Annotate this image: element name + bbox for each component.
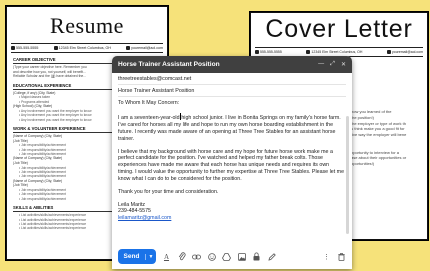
scrollbar[interactable] xyxy=(346,116,349,234)
compose-title-bar: Horse Trainer Assistant Position — ⤢ ✕ xyxy=(112,56,352,73)
home-icon xyxy=(53,46,58,50)
to-field-value: threetreestables@comcast.net xyxy=(118,75,192,82)
signature-email-link[interactable]: leilamaritz@gmail.com xyxy=(118,215,346,222)
lock-icon[interactable] xyxy=(252,252,261,261)
compose-window: Horse Trainer Assistant Position — ⤢ ✕ t… xyxy=(112,56,352,269)
format-text-icon[interactable]: A xyxy=(162,252,171,261)
cover-email: youremail@aol.com xyxy=(392,50,423,54)
resume-title: Resume xyxy=(50,13,124,38)
send-options-icon[interactable]: ▼ xyxy=(145,253,156,260)
close-icon[interactable]: ✕ xyxy=(341,61,346,68)
expand-icon[interactable]: ⤢ xyxy=(330,61,335,68)
attach-icon[interactable] xyxy=(177,252,186,261)
home-icon xyxy=(306,50,311,54)
photo-icon[interactable] xyxy=(237,252,246,261)
pen-icon[interactable] xyxy=(267,252,276,261)
compose-toolbar: Send ▼ A ⋮ xyxy=(112,244,352,269)
cover-phone: 555-555-5555 xyxy=(260,50,282,54)
cover-letter-title: Cover Letter xyxy=(265,15,413,43)
subject-field[interactable]: Horse Trainer Assistant Position xyxy=(118,85,346,97)
resume-phone: 555-555-5555 xyxy=(16,46,39,50)
drive-icon[interactable] xyxy=(222,252,231,261)
send-label: Send xyxy=(123,253,140,260)
subject-field-value: Horse Trainer Assistant Position xyxy=(118,87,195,94)
salutation: To Whom It May Concern: xyxy=(118,100,180,106)
paragraph-1: I am a seventeen-year-old high school jun… xyxy=(118,112,341,142)
to-field[interactable]: threetreestables@comcast.net xyxy=(118,73,346,85)
minimize-icon[interactable]: — xyxy=(318,61,324,68)
phone-icon xyxy=(255,50,259,54)
cover-address: 12345 Elm Street Columbus, OH xyxy=(311,50,363,54)
cover-line: oportunities!) xyxy=(351,161,375,167)
mail-icon xyxy=(126,46,131,50)
send-button[interactable]: Send ▼ xyxy=(118,249,156,264)
link-icon[interactable] xyxy=(192,252,201,261)
paragraph-2: I believe that my background with horse … xyxy=(118,148,345,183)
message-body[interactable]: To Whom It May Concern: I am a seventeen… xyxy=(112,97,352,224)
resume-address: 12345 Elm Street Columbus, OH xyxy=(58,46,111,50)
mail-icon xyxy=(387,50,392,54)
resume-contact-bar: 555-555-5555 12345 Elm Street Columbus, … xyxy=(11,43,163,53)
compose-title: Horse Trainer Assistant Position xyxy=(118,61,220,68)
signature: Leila Maritz 239-484-5575 leilamaritz@gm… xyxy=(118,202,346,222)
resume-email: youremail@aol.com xyxy=(131,46,163,50)
more-icon[interactable]: ⋮ xyxy=(322,252,331,261)
cover-body-fragment: how you learned of the the position!) th… xyxy=(351,109,425,167)
emoji-icon[interactable] xyxy=(207,252,216,261)
phone-icon xyxy=(11,46,15,50)
closing: Thank you for your time and consideratio… xyxy=(118,189,219,196)
trash-icon[interactable] xyxy=(337,252,346,261)
